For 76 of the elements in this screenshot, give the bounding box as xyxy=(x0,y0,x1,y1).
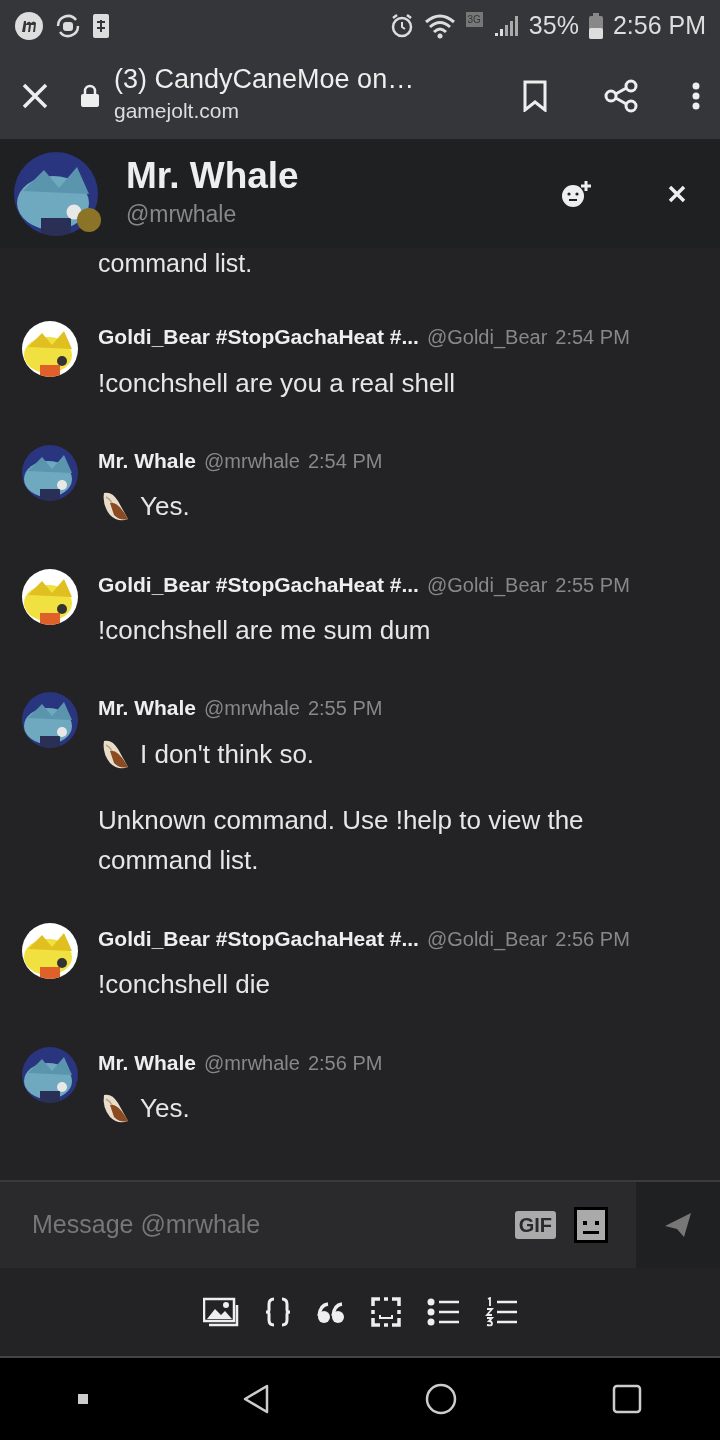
image-button[interactable] xyxy=(203,1297,239,1327)
author-name: Mr. Whale xyxy=(98,1049,197,1076)
bookmark-icon xyxy=(522,79,548,112)
wifi-icon xyxy=(423,13,456,39)
add-friend-button[interactable] xyxy=(560,180,592,208)
share-button[interactable] xyxy=(604,78,638,113)
author-handle: @Goldi_Bear xyxy=(426,926,548,953)
author-handle: @mrwhale xyxy=(204,448,300,474)
message-text: I don't think so. xyxy=(140,737,315,771)
author-handle: @mrwhale xyxy=(204,1050,300,1076)
back-button[interactable] xyxy=(243,1384,270,1414)
send-icon xyxy=(664,1212,692,1238)
message-text: !conchshell die xyxy=(98,968,270,1002)
signal-icon xyxy=(492,14,519,38)
numbered-list-button[interactable] xyxy=(485,1297,517,1327)
square-icon xyxy=(77,1394,88,1404)
recents-button[interactable] xyxy=(612,1384,643,1414)
spoiler-button[interactable] xyxy=(371,1297,401,1327)
recents-icon xyxy=(612,1384,643,1414)
author-name: Goldi_Bear #StopGachaHeat #... xyxy=(98,925,419,952)
close-icon xyxy=(668,185,686,203)
author-handle: @mrwhale xyxy=(204,696,300,722)
back-icon xyxy=(243,1384,270,1414)
add-friend-icon xyxy=(560,180,592,208)
sticker-button[interactable] xyxy=(574,1207,608,1243)
contact-name: Mr. Whale xyxy=(126,156,300,198)
share-icon xyxy=(604,78,638,113)
code-icon xyxy=(265,1297,291,1327)
more-icon xyxy=(692,81,700,110)
battery-percent: 35% xyxy=(528,10,579,42)
author-name: Mr. Whale xyxy=(98,447,197,474)
clock: 2:56 PM xyxy=(612,10,706,42)
page-url: gamejolt.com xyxy=(114,97,240,124)
message-text: !conchshell are me sum dum xyxy=(98,614,431,648)
battery-icon xyxy=(588,13,603,39)
message-text: command list. xyxy=(98,250,253,278)
author-name: Goldi_Bear #StopGachaHeat #... xyxy=(98,324,419,350)
image-icon xyxy=(203,1297,239,1327)
message-time: 2:54 PM xyxy=(555,325,630,350)
message-field[interactable]: Message @mrwhale GIF xyxy=(0,1182,636,1268)
message-text: !conchshell are you a real shell xyxy=(98,366,455,400)
quote-button[interactable] xyxy=(317,1300,345,1324)
message-text: Yes. xyxy=(140,490,190,524)
gif-button[interactable]: GIF xyxy=(514,1211,556,1239)
contact-handle: @mrwhale xyxy=(126,200,238,230)
more-button[interactable] xyxy=(692,81,700,110)
home-button[interactable] xyxy=(424,1383,457,1415)
square-button[interactable] xyxy=(77,1394,88,1404)
network-label: 3G xyxy=(465,12,483,27)
sync-icon xyxy=(54,12,82,40)
author-name: Goldi_Bear #StopGachaHeat #... xyxy=(98,571,419,598)
message-time: 2:55 PM xyxy=(307,696,383,722)
lock-icon xyxy=(80,83,100,108)
sticker-icon xyxy=(574,1207,608,1243)
spoiler-icon xyxy=(371,1297,401,1327)
sim-card-icon xyxy=(92,12,110,40)
message-text: Unknown command. Use !help to view the command list. xyxy=(98,804,585,878)
author-handle: @Goldi_Bear xyxy=(426,325,548,351)
numbered-list-icon xyxy=(485,1297,517,1327)
author-name: Mr. Whale xyxy=(98,695,197,722)
alarm-icon xyxy=(389,13,414,39)
quote-icon xyxy=(317,1300,345,1324)
message-time: 2:56 PM xyxy=(307,1050,383,1076)
bookmark-button[interactable] xyxy=(522,79,548,112)
message-time: 2:56 PM xyxy=(555,926,630,952)
code-button[interactable] xyxy=(265,1297,291,1327)
author-handle: @Goldi_Bear xyxy=(426,572,548,599)
message-time: 2:55 PM xyxy=(555,572,630,598)
message-time: 2:54 PM xyxy=(307,448,383,474)
message-text: Yes. xyxy=(140,1092,190,1126)
home-icon xyxy=(424,1383,457,1415)
bullet-list-button[interactable] xyxy=(427,1297,459,1327)
bullet-list-icon xyxy=(427,1297,459,1327)
close-chat-button[interactable] xyxy=(668,185,686,203)
page-title: (3) CandyCaneMoe on… xyxy=(114,64,416,95)
app-icon xyxy=(14,11,44,41)
